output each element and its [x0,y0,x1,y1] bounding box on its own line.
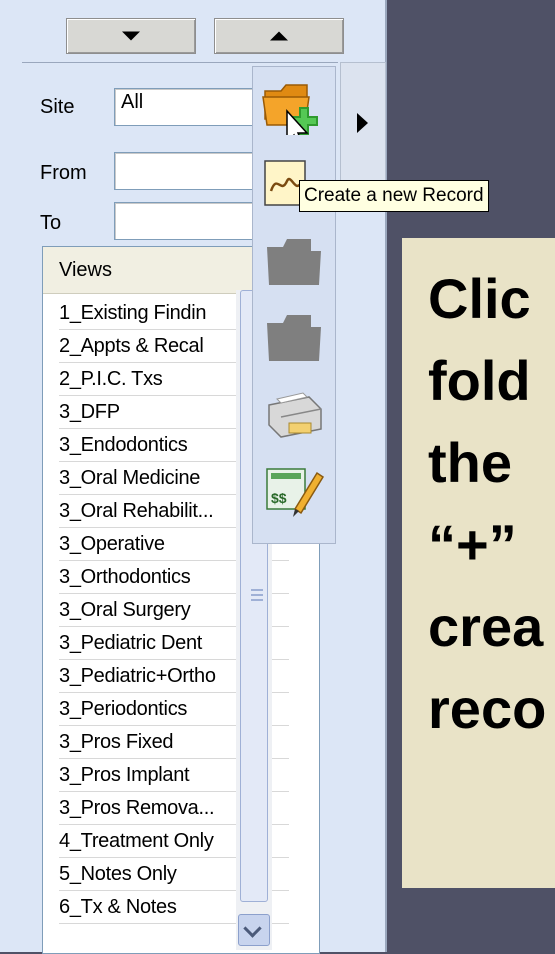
disabled-folder-icon[interactable] [259,307,327,369]
scroll-down-arrow[interactable] [238,914,270,946]
expand-toolbar-button[interactable] [340,62,386,192]
site-select[interactable]: All [114,88,256,126]
instruction-line: crea [428,595,544,658]
tooltip: Create a new Record [299,180,489,212]
left-panel: Site All From To Views 1_Existing Findin… [0,0,387,954]
instruction-line: the [428,431,512,494]
scroll-up-button[interactable] [214,18,344,54]
printer-icon[interactable] [259,383,327,445]
triangle-down-icon [122,31,140,41]
site-value: All [121,91,144,113]
instruction-line: fold [428,349,531,412]
grip-icon [251,589,263,604]
from-date-field[interactable] [114,152,256,190]
triangle-right-icon [357,113,368,133]
site-label: Site [40,96,75,118]
instruction-line: reco [428,677,547,740]
divider [22,62,338,63]
to-label: To [40,212,62,234]
triangle-up-icon [270,31,288,41]
disabled-folder-icon[interactable] [259,231,327,293]
to-date-field[interactable] [114,202,256,240]
instruction-callout: Clic fold the “+” crea reco [402,238,555,888]
record-toolbar: $$ [252,66,336,544]
instruction-line: Clic [428,267,531,330]
views-header-label: Views [59,259,112,281]
folder-plus-icon[interactable] [259,73,327,149]
from-label: From [40,162,87,184]
invoice-edit-icon[interactable]: $$ [259,459,327,521]
chevron-down-icon [243,919,262,938]
svg-text:$$: $$ [271,490,287,506]
instruction-line: “+” [428,513,517,576]
scroll-down-button[interactable] [66,18,196,54]
